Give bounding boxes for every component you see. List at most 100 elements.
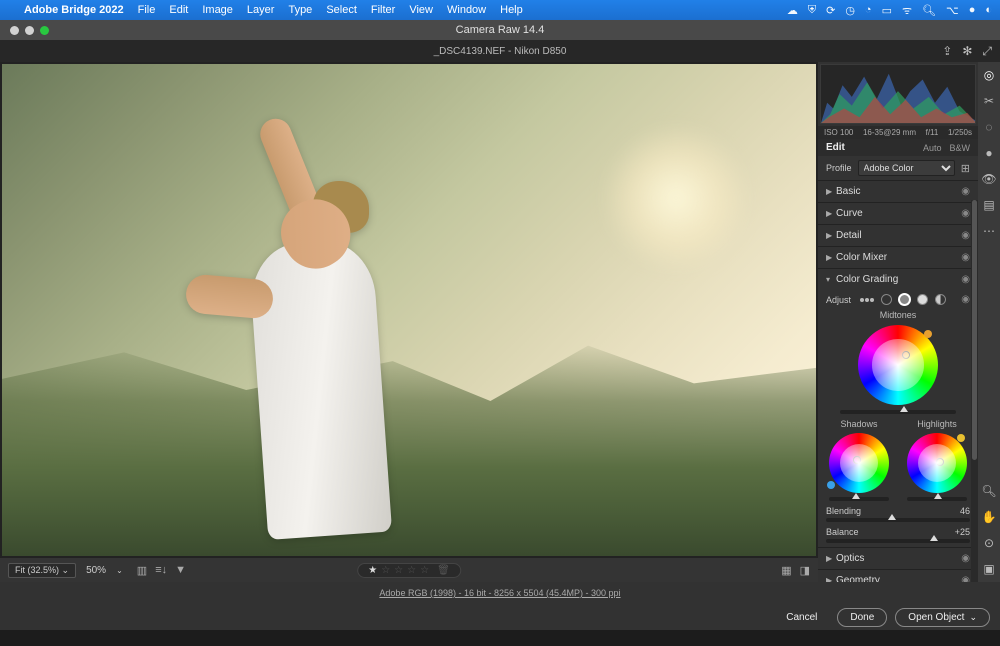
bw-button[interactable]: B&W (949, 143, 970, 153)
exif-strip: ISO 100 16-35@29 mm f/11 1/250s (818, 126, 978, 139)
status-sync-icon[interactable]: ⟳ (826, 4, 835, 17)
blending-slider[interactable] (826, 518, 970, 522)
section-detail[interactable]: ▶Detail◉ (818, 225, 978, 246)
star-1-icon[interactable]: ★ (368, 565, 377, 576)
menu-help[interactable]: Help (500, 4, 523, 16)
status-control-icon[interactable]: ⌥ (946, 4, 959, 17)
highlights-lum-slider[interactable] (907, 497, 967, 501)
global-mode-icon[interactable] (935, 294, 946, 305)
section-geometry[interactable]: ▶Geometry◉ (818, 570, 978, 582)
section-optics[interactable]: ▶Optics◉ (818, 548, 978, 569)
app-name[interactable]: Adobe Bridge 2022 (24, 4, 124, 16)
rating-bar[interactable]: ★ ☆ ☆ ☆ ☆ 🗑 (357, 563, 461, 578)
menu-window[interactable]: Window (447, 4, 486, 16)
midtones-lum-slider[interactable] (840, 410, 955, 414)
zoom-fit-dropdown[interactable]: Fit (32.5%) ⌄ (8, 563, 76, 578)
eye-icon[interactable]: ◉ (961, 274, 970, 285)
zoom-preset[interactable]: 50% (86, 565, 106, 576)
open-object-button[interactable]: Open Object (895, 608, 990, 627)
eye-icon[interactable]: ◉ (961, 186, 970, 197)
filmstrip-icon[interactable]: ▥ (137, 564, 147, 577)
highlights-wheel[interactable] (907, 433, 967, 493)
eye-icon[interactable]: ◉ (961, 208, 970, 219)
filter-icon[interactable]: ▼ (175, 564, 186, 577)
panel-scrollbar[interactable] (971, 200, 978, 582)
canvas-toolbar: Fit (32.5%) ⌄ 50% ⌄ ▥ ≡↓ ▼ ★ ☆ ☆ ☆ ☆ 🗑 ▦… (0, 558, 818, 582)
window-close-button[interactable] (10, 26, 19, 35)
shadows-lum-slider[interactable] (829, 497, 889, 501)
menu-view[interactable]: View (409, 4, 433, 16)
star-2-icon[interactable]: ☆ (381, 565, 390, 576)
window-min-button[interactable] (25, 26, 34, 35)
fullscreen-icon[interactable]: ⤢ (982, 44, 992, 59)
cancel-button[interactable]: Cancel (774, 609, 829, 626)
done-button[interactable]: Done (837, 608, 887, 627)
workflow-options-link[interactable]: Adobe RGB (1998) - 16 bit - 8256 x 5504 … (379, 588, 620, 598)
menu-select[interactable]: Select (326, 4, 357, 16)
menu-filter[interactable]: Filter (371, 4, 395, 16)
star-3-icon[interactable]: ☆ (394, 565, 403, 576)
zoom-tool-icon[interactable]: 🔍︎ (981, 484, 996, 498)
shadows-wheel[interactable] (829, 433, 889, 493)
eye-icon[interactable]: ◉ (961, 575, 970, 582)
status-misc-icon[interactable]: ● (969, 4, 976, 16)
blending-value[interactable]: 46 (960, 506, 970, 516)
section-color-grading[interactable]: ▾Color Grading◉ (818, 269, 978, 290)
eye-icon[interactable]: ◉ (961, 230, 970, 241)
eye-icon[interactable]: ◉ (961, 252, 970, 263)
status-search-icon[interactable]: 🔍︎ (922, 4, 936, 17)
menu-image[interactable]: Image (202, 4, 233, 16)
midtones-wheel[interactable] (858, 325, 938, 405)
heal-tool-icon[interactable]: ◌ (985, 120, 992, 134)
section-curve[interactable]: ▶Curve◉ (818, 203, 978, 224)
balance-slider[interactable] (826, 539, 970, 543)
menu-layer[interactable]: Layer (247, 4, 275, 16)
auto-button[interactable]: Auto (923, 143, 942, 153)
three-way-icon[interactable] (860, 298, 874, 302)
status-siri-icon[interactable]: ◐ (985, 4, 992, 16)
status-battery-icon[interactable]: ▭ (882, 4, 892, 17)
edit-tool-icon[interactable]: ◎ (984, 68, 994, 82)
profile-select[interactable]: Adobe Color (858, 160, 955, 176)
status-clock-icon[interactable]: ◷ (845, 4, 855, 17)
crop-tool-icon[interactable]: ✂ (984, 94, 994, 108)
grid-view-icon[interactable]: ▦ (781, 564, 791, 577)
presets-icon[interactable]: ▤ (983, 198, 994, 212)
star-5-icon[interactable]: ☆ (420, 565, 429, 576)
shadows-mode-icon[interactable] (881, 294, 892, 305)
compare-view-icon[interactable]: ◨ (800, 564, 810, 577)
menu-file[interactable]: File (138, 4, 156, 16)
section-basic[interactable]: ▶Basic◉ (818, 181, 978, 202)
sampler-tool-icon[interactable]: ⊙ (984, 536, 994, 550)
hand-tool-icon[interactable]: ✋ (982, 510, 997, 524)
adjust-mode-row: Adjust ◉ (826, 294, 970, 305)
eye-icon[interactable]: ◉ (961, 294, 970, 305)
sort-icon[interactable]: ≡↓ (155, 564, 167, 577)
chevron-right-icon: ▶ (826, 231, 836, 240)
star-4-icon[interactable]: ☆ (407, 565, 416, 576)
status-shield-icon[interactable]: ⛨ (808, 4, 816, 17)
settings-gear-icon[interactable]: ✻ (962, 44, 972, 59)
export-icon[interactable]: ⇪ (942, 44, 952, 59)
more-icon[interactable]: ⋯ (983, 224, 995, 238)
status-wifi-icon[interactable]: ᯤ (902, 3, 912, 18)
profile-browse-icon[interactable]: ⊞ (961, 162, 970, 175)
midtones-mode-icon[interactable] (899, 294, 910, 305)
mask-tool-icon[interactable]: ● (985, 146, 992, 160)
section-color-mixer[interactable]: ▶Color Mixer◉ (818, 247, 978, 268)
zoom-preset-chevron-icon[interactable]: ⌄ (116, 566, 123, 575)
menu-type[interactable]: Type (288, 4, 312, 16)
redeye-tool-icon[interactable]: 👁 (981, 172, 996, 186)
balance-value[interactable]: +25 (955, 527, 970, 537)
status-cloud-icon[interactable]: ☁︎ (787, 4, 798, 17)
eye-icon[interactable]: ◉ (961, 553, 970, 564)
toggle-tool-icon[interactable]: ▣ (983, 562, 994, 576)
reject-icon[interactable]: 🗑 (437, 565, 450, 576)
window-max-button[interactable] (40, 26, 49, 35)
photo-canvas[interactable] (2, 64, 816, 556)
highlights-mode-icon[interactable] (917, 294, 928, 305)
status-clock2-icon[interactable]: ◔ (865, 4, 872, 16)
edit-header: Edit Auto B&W (818, 139, 978, 156)
histogram[interactable] (820, 64, 976, 124)
menu-edit[interactable]: Edit (169, 4, 188, 16)
